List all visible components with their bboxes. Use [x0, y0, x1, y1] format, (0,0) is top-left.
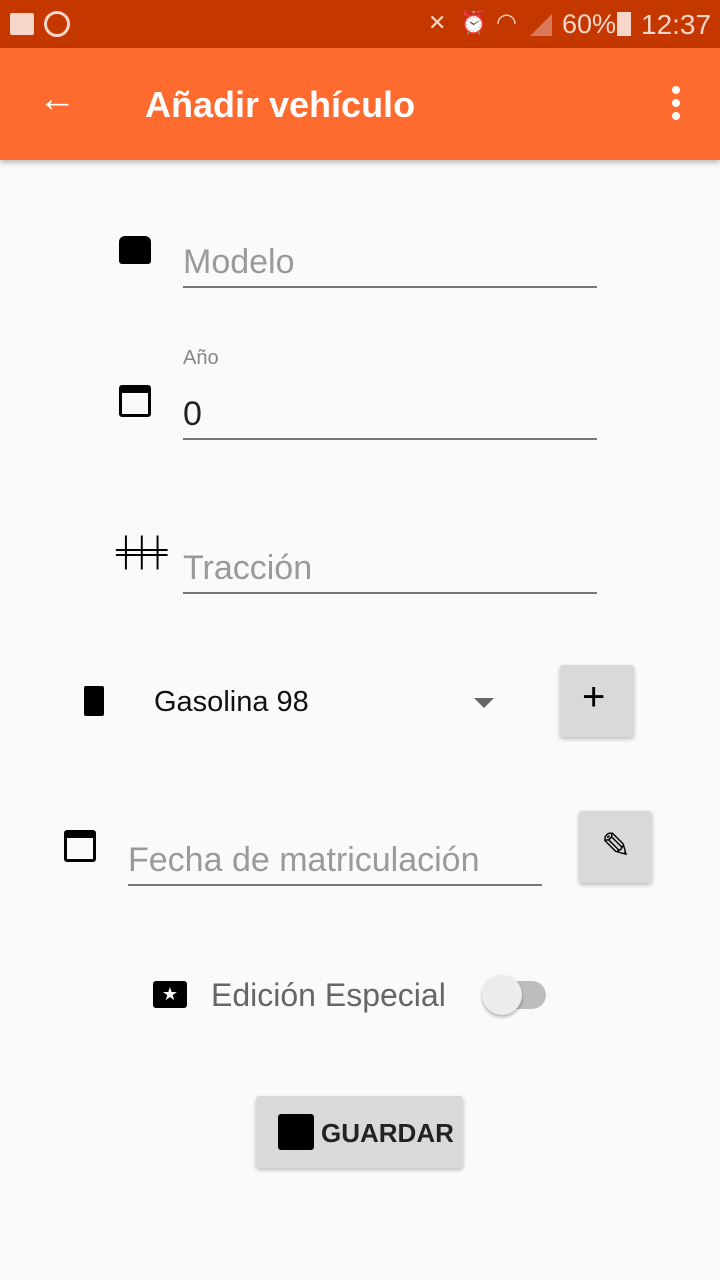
guardar-label: GUARDAR	[321, 1118, 454, 1148]
battery-icon	[617, 12, 631, 36]
battery-percent: 60%	[562, 9, 617, 39]
guardar-button[interactable]: GUARDAR	[256, 1096, 463, 1168]
fecha-matriculacion-input[interactable]: Fecha de matriculación	[128, 841, 542, 886]
add-fuel-button[interactable]: +	[560, 665, 634, 737]
more-options-icon[interactable]	[666, 86, 686, 126]
page-title: Añadir vehículo	[145, 84, 416, 125]
plus-icon: +	[582, 675, 606, 719]
fuel-type-value: Gasolina 98	[154, 686, 309, 718]
whatsapp-icon	[44, 11, 70, 37]
traction-icon: ╪╪╪	[116, 536, 167, 567]
anio-label: Año	[183, 347, 219, 369]
fuel-pump-icon	[84, 686, 104, 716]
pencil-icon: ✎	[601, 825, 632, 866]
fuel-type-dropdown[interactable]: Gasolina 98	[154, 684, 504, 724]
mute-icon: ✕	[428, 10, 447, 35]
modelo-input[interactable]: Modelo	[183, 243, 597, 288]
traccion-input[interactable]: Tracción	[183, 549, 597, 594]
anio-input[interactable]: 0	[183, 395, 597, 440]
calendar-icon	[119, 385, 151, 417]
back-arrow-icon[interactable]: ←	[38, 78, 76, 121]
car-icon	[119, 236, 151, 264]
save-floppy-icon	[278, 1114, 314, 1150]
dropdown-arrow-icon	[474, 698, 494, 708]
status-bar: ✕ ⏰ ◠ 60% 12:37	[0, 0, 720, 48]
gallery-icon	[10, 13, 34, 35]
edicion-especial-label: Edición Especial	[211, 977, 446, 1013]
clock: 12:37	[641, 9, 712, 40]
switch-thumb	[482, 975, 522, 1015]
ticket-star-icon: ★	[153, 981, 187, 1008]
signal-icon	[530, 14, 552, 36]
edit-date-button[interactable]: ✎	[579, 811, 652, 883]
app-bar: ← Añadir vehículo	[0, 48, 720, 160]
wifi-icon: ◠	[496, 9, 517, 36]
event-calendar-icon	[64, 830, 96, 862]
edicion-especial-switch[interactable]	[482, 975, 548, 1015]
alarm-icon: ⏰	[460, 10, 488, 35]
